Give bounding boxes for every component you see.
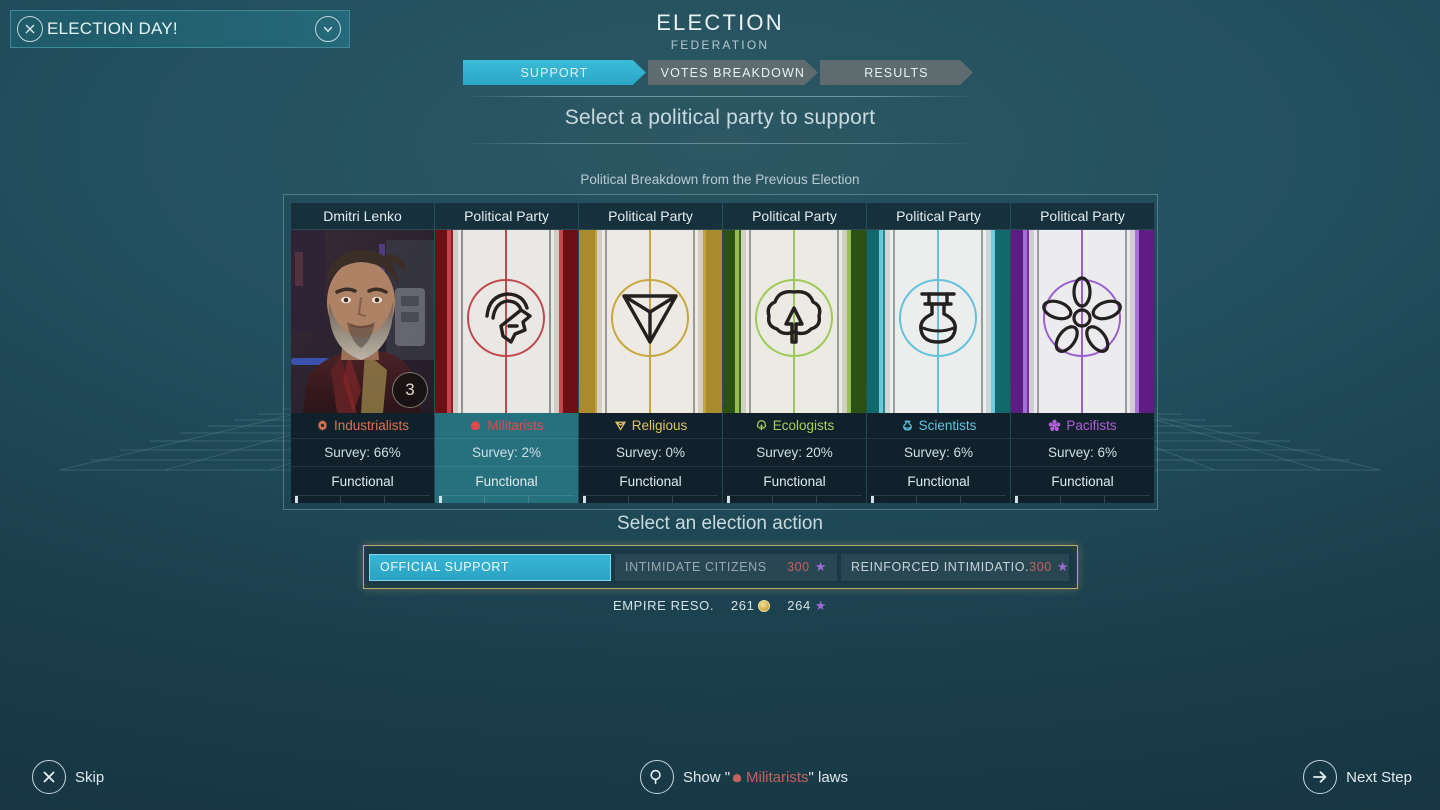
leader-portrait: 3 — [291, 230, 434, 413]
section-title: Select a political party to support — [564, 106, 876, 129]
party-meter — [439, 495, 574, 503]
empire-resources: EMPIRE RESO. 261 264 ★ — [0, 597, 1440, 614]
influence-star-icon: ★ — [814, 597, 828, 613]
party-flag-ecologists — [723, 230, 866, 413]
party-card-header: Political Party — [723, 203, 866, 230]
action-cost: 300 — [1029, 560, 1052, 574]
party-meter — [871, 495, 1006, 503]
action-intimidate-citizens[interactable]: INTIMIDATE CITIZENS 300 ★ — [615, 553, 837, 581]
party-status: Functional — [331, 473, 394, 489]
party-card-pacifists[interactable]: Political Party Pacifists Survey: 6% Fun… — [1011, 203, 1154, 503]
party-status: Functional — [1051, 473, 1114, 489]
action-label: OFFICIAL SUPPORT — [380, 560, 510, 574]
party-card-header: Political Party — [435, 203, 578, 230]
election-action-bar: OFFICIAL SUPPORT INTIMIDATE CITIZENS 300… — [363, 545, 1078, 589]
skip-label: Skip — [75, 768, 105, 786]
party-card-industrialists[interactable]: Dmitri Lenko 3 Industrialists Survey: 66… — [291, 203, 434, 503]
party-meter — [583, 495, 718, 503]
money-coin-icon — [758, 599, 771, 612]
party-survey: Survey: 0% — [579, 439, 722, 467]
party-meter — [1015, 495, 1150, 503]
party-flag-militarists — [435, 230, 578, 413]
party-name-row: Ecologists — [723, 413, 866, 439]
party-name-row: Militarists — [435, 413, 578, 439]
party-flag-religious — [579, 230, 722, 413]
close-circle-icon[interactable] — [32, 760, 66, 794]
party-meter — [295, 495, 430, 503]
action-official-support[interactable]: OFFICIAL SUPPORT — [369, 553, 611, 581]
party-name: Religious — [631, 418, 688, 433]
tab-votes-breakdown[interactable]: VOTES BREAKDOWN — [648, 60, 818, 85]
party-survey: Survey: 66% — [291, 439, 434, 467]
laws-party-name: Militarists — [746, 768, 809, 786]
flower-icon — [1048, 419, 1061, 432]
party-status: Functional — [763, 473, 826, 489]
divider — [463, 143, 975, 144]
party-survey: Survey: 20% — [723, 439, 866, 467]
tree-icon — [755, 419, 768, 432]
party-list: Dmitri Lenko 3 Industrialists Survey: 66… — [283, 194, 1158, 510]
party-flag-scientists — [867, 230, 1010, 413]
influence-star-icon: ★ — [814, 559, 827, 574]
influence-value: 264 — [787, 598, 811, 614]
party-card-header: Political Party — [579, 203, 722, 230]
party-meter — [727, 495, 862, 503]
party-card-religious[interactable]: Political Party Religious Survey: 0% Fun… — [579, 203, 722, 503]
party-card-header: Political Party — [867, 203, 1010, 230]
action-label: REINFORCED INTIMIDATIO. — [851, 560, 1030, 574]
helmet-icon — [469, 419, 482, 432]
page-title: ELECTION — [656, 10, 784, 35]
show-laws-label: Show " Militarists " laws — [683, 769, 848, 786]
party-name: Militarists — [487, 418, 544, 433]
laws-prefix: Show " — [683, 768, 731, 786]
unity-badge: 3 — [392, 372, 428, 408]
helmet-icon — [731, 771, 743, 783]
party-flag-pacifists — [1011, 230, 1154, 413]
show-laws-button[interactable]: Show " Militarists " laws — [640, 760, 848, 794]
divider — [463, 96, 975, 97]
step-tabs: SUPPORT VOTES BREAKDOWN RESULTS — [463, 60, 975, 85]
action-label: INTIMIDATE CITIZENS — [625, 560, 767, 574]
party-name-row: Pacifists — [1011, 413, 1154, 439]
breakdown-caption: Political Breakdown from the Previous El… — [580, 172, 860, 187]
party-card-scientists[interactable]: Political Party Scientists Survey: 6% Fu… — [867, 203, 1010, 503]
page-subtitle: FEDERATION — [670, 38, 770, 52]
action-cost: 300 — [787, 560, 810, 574]
laws-suffix: " laws — [808, 768, 849, 786]
party-name-row: Religious — [579, 413, 722, 439]
party-survey: Survey: 6% — [1011, 439, 1154, 467]
party-status: Functional — [475, 473, 538, 489]
triangle-icon — [614, 419, 627, 432]
gear-icon — [316, 419, 329, 432]
party-name-row: Industrialists — [291, 413, 434, 439]
money-value: 261 — [730, 598, 755, 614]
party-name: Pacifists — [1066, 418, 1117, 433]
arrow-right-icon[interactable] — [1303, 760, 1338, 794]
party-survey: Survey: 6% — [867, 439, 1010, 467]
party-name: Scientists — [918, 418, 977, 433]
party-name: Industrialists — [333, 418, 410, 433]
party-card-ecologists[interactable]: Political Party Ecologists Survey: 20% F… — [723, 203, 866, 503]
party-card-header: Dmitri Lenko — [291, 203, 434, 230]
flask-icon — [901, 419, 914, 432]
party-status: Functional — [619, 473, 682, 489]
party-status: Functional — [907, 473, 970, 489]
election-header: ELECTION FEDERATION — [0, 10, 1440, 52]
empire-resources-label: EMPIRE RESO. — [612, 598, 715, 614]
party-survey: Survey: 2% — [435, 439, 578, 467]
magnifier-icon[interactable] — [640, 760, 674, 794]
party-card-header: Political Party — [1011, 203, 1154, 230]
party-name: Ecologists — [772, 418, 835, 433]
party-name-row: Scientists — [867, 413, 1010, 439]
skip-button[interactable]: Skip — [32, 760, 104, 794]
next-step-label: Next Step — [1346, 768, 1412, 786]
influence-star-icon: ★ — [1056, 559, 1070, 574]
action-section-title: Select an election action — [617, 513, 823, 534]
tab-support[interactable]: SUPPORT — [463, 60, 646, 85]
party-card-militarists[interactable]: Political Party Militarists Survey: 2% F… — [435, 203, 578, 503]
action-reinforced-intimidation[interactable]: REINFORCED INTIMIDATIO. 300 ★ — [841, 553, 1070, 581]
tab-results[interactable]: RESULTS — [820, 60, 973, 85]
next-step-button[interactable]: Next Step — [1303, 760, 1412, 794]
